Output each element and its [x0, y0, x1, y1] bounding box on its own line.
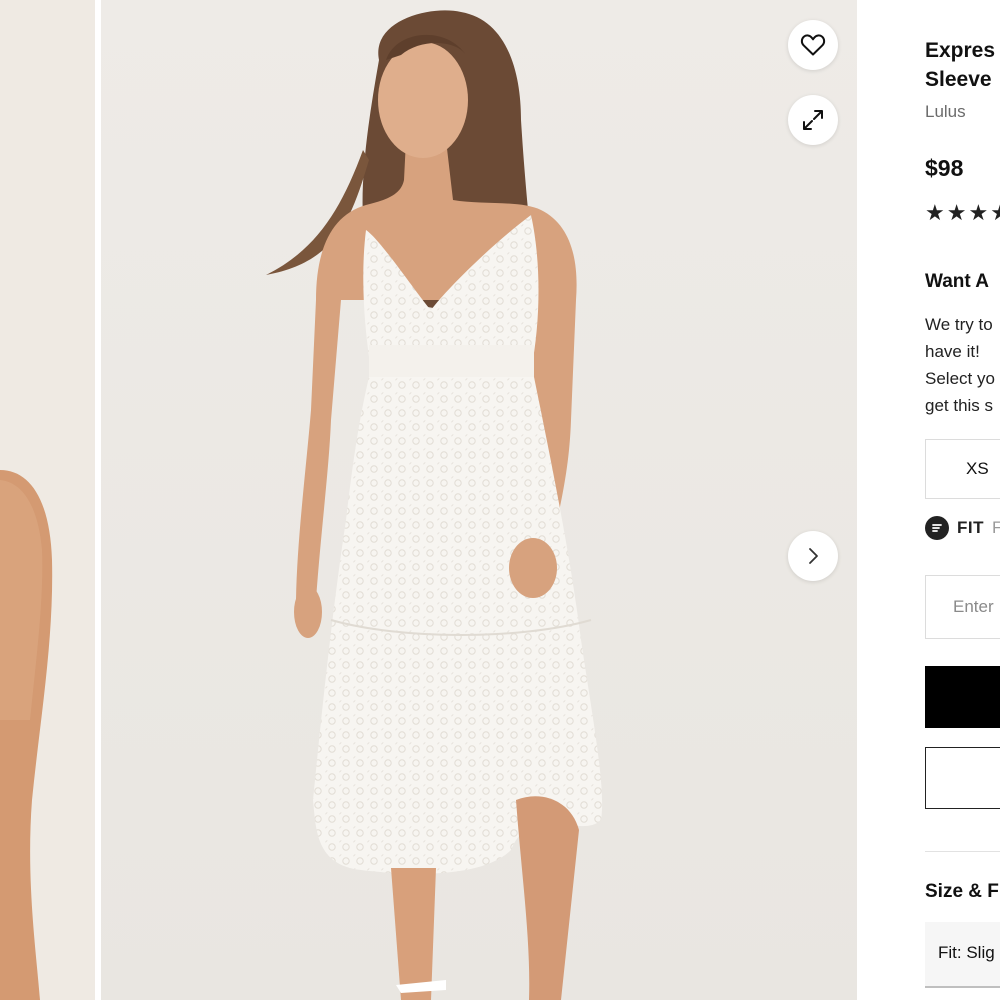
model-dress-photo [101, 0, 857, 1000]
expand-arrows-icon [801, 108, 825, 132]
want-text-line: get this s [925, 396, 994, 415]
fit-trailing-text: F [992, 518, 1000, 537]
heart-outline-icon [800, 33, 826, 57]
brand-name[interactable]: Lulus [925, 102, 966, 122]
favorite-button[interactable] [788, 20, 838, 70]
fit-note-box: Fit: Slig [925, 922, 1000, 988]
fit-logo-icon [925, 516, 949, 540]
add-to-bag-button[interactable] [925, 666, 1000, 728]
section-divider [925, 851, 1000, 852]
fit-label: FIT [957, 518, 984, 537]
star-icon: ★ [925, 201, 945, 226]
want-text-line: We try to [925, 315, 993, 334]
star-icon: ★ [968, 201, 989, 226]
expand-image-button[interactable] [788, 95, 838, 145]
zip-input-field[interactable] [925, 575, 1000, 639]
size-option-xs[interactable]: XS [925, 439, 1000, 499]
want-description: We try to have it! Select yo get this s [925, 311, 1000, 419]
star-icon: ★ [946, 201, 967, 226]
product-title: Expres Sleeve [925, 36, 1000, 94]
size-fit-heading[interactable]: Size & F [925, 881, 999, 903]
fit-note-text: Fit: Slig [938, 943, 995, 962]
product-price: $98 [925, 155, 964, 181]
want-text-line: Select yo [925, 369, 995, 388]
size-option-label: XS [966, 459, 989, 478]
star-icon: ★ [990, 203, 1000, 225]
secondary-action-button[interactable] [925, 747, 1000, 809]
product-title-line-1: Expres [925, 39, 996, 62]
rating-stars[interactable]: ★ ★ ★ ★ [925, 203, 1000, 225]
thumbnail-photo [0, 0, 95, 1000]
want-heading: Want A [925, 271, 990, 292]
gallery-thumbnail-left[interactable] [0, 0, 95, 1000]
product-details-panel: Expres Sleeve Lulus $98 ★ ★ ★ ★ Want A W… [925, 0, 1000, 1000]
zip-input[interactable] [953, 597, 1000, 617]
chevron-right-icon [806, 546, 820, 566]
next-image-button[interactable] [788, 531, 838, 581]
product-title-line-2: Sleeve [925, 68, 992, 91]
main-product-photo[interactable] [101, 0, 857, 1000]
fit-predictor[interactable]: FIT F [925, 516, 1000, 540]
want-text-line: have it! [925, 342, 980, 361]
